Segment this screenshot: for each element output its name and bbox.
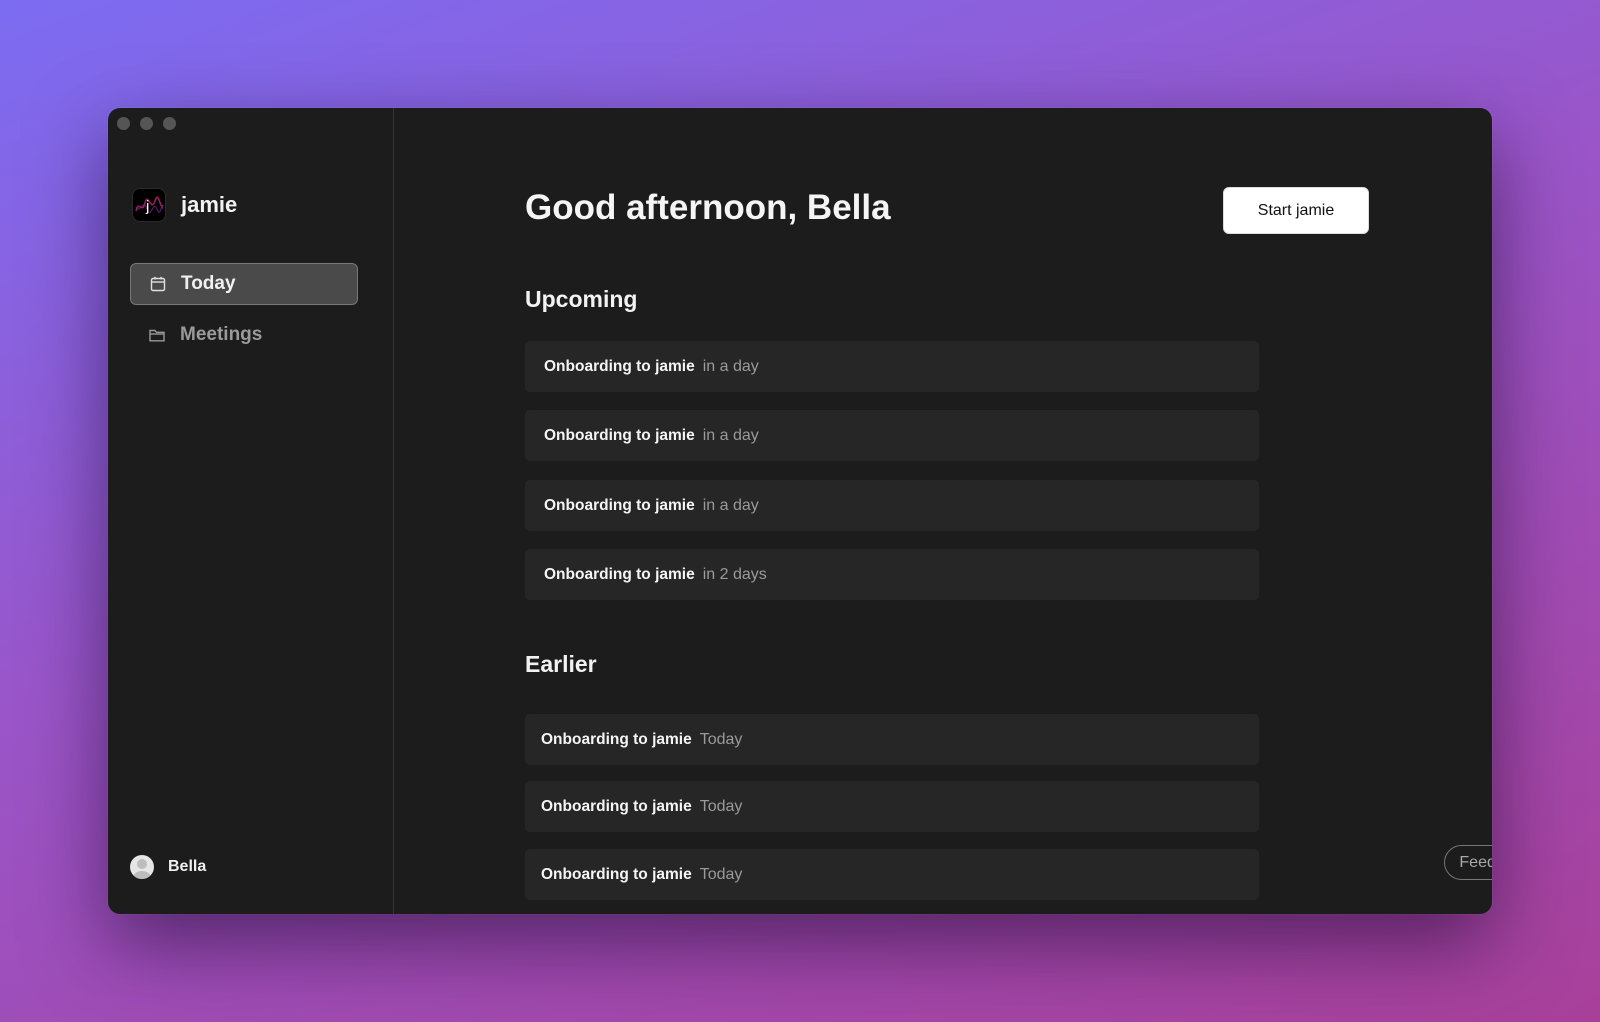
meeting-time: Today — [699, 797, 743, 815]
meeting-time: in 2 days — [702, 565, 767, 583]
sidebar-item-today[interactable]: Today — [130, 263, 358, 305]
user-profile[interactable]: Bella — [130, 855, 206, 879]
meeting-title: Onboarding to jamie — [544, 496, 695, 514]
meeting-title: Onboarding to jamie — [544, 565, 695, 583]
list-item[interactable]: Onboarding to jamie in 2 days — [525, 549, 1259, 600]
sidebar-item-meetings[interactable]: Meetings — [130, 314, 358, 356]
page-title: Good afternoon, Bella — [525, 188, 891, 227]
meeting-title: Onboarding to jamie — [544, 426, 695, 444]
upcoming-heading: Upcoming — [525, 286, 638, 312]
folder-icon — [148, 326, 166, 344]
meeting-time: Today — [699, 865, 743, 883]
list-item[interactable]: Onboarding to jamie in a day — [525, 410, 1259, 461]
meeting-title: Onboarding to jamie — [541, 797, 692, 815]
meeting-time: in a day — [702, 496, 759, 514]
user-name: Bella — [168, 858, 207, 875]
main-content: Good afternoon, Bella Start jamie Upcomi… — [394, 108, 1492, 914]
calendar-icon — [149, 275, 167, 293]
app-name: jamie — [181, 192, 238, 217]
meeting-time: in a day — [702, 357, 759, 375]
list-item[interactable]: Onboarding to jamie Today — [525, 849, 1259, 900]
sidebar: j jamie Today Meetings Bella — [108, 108, 394, 914]
avatar-icon — [130, 855, 154, 879]
sidebar-item-label: Today — [181, 273, 236, 294]
meeting-time: in a day — [702, 426, 759, 444]
app-window: j jamie Today Meetings Bella Good aftern… — [108, 108, 1492, 914]
start-jamie-button[interactable]: Start jamie — [1223, 187, 1369, 234]
meeting-time: Today — [699, 730, 743, 748]
meeting-title: Onboarding to jamie — [541, 730, 692, 748]
list-item[interactable]: Onboarding to jamie Today — [525, 781, 1259, 832]
list-item[interactable]: Onboarding to jamie in a day — [525, 480, 1259, 531]
earlier-heading: Earlier — [525, 651, 597, 677]
svg-text:j: j — [145, 198, 149, 215]
list-item[interactable]: Onboarding to jamie Today — [525, 714, 1259, 765]
list-item[interactable]: Onboarding to jamie in a day — [525, 341, 1259, 392]
brand[interactable]: j jamie — [133, 189, 237, 221]
feedback-button[interactable]: Feedback? — [1444, 845, 1492, 880]
sidebar-item-label: Meetings — [180, 324, 263, 345]
jamie-logo-icon: j — [133, 189, 165, 221]
meeting-title: Onboarding to jamie — [541, 865, 692, 883]
meeting-title: Onboarding to jamie — [544, 357, 695, 375]
